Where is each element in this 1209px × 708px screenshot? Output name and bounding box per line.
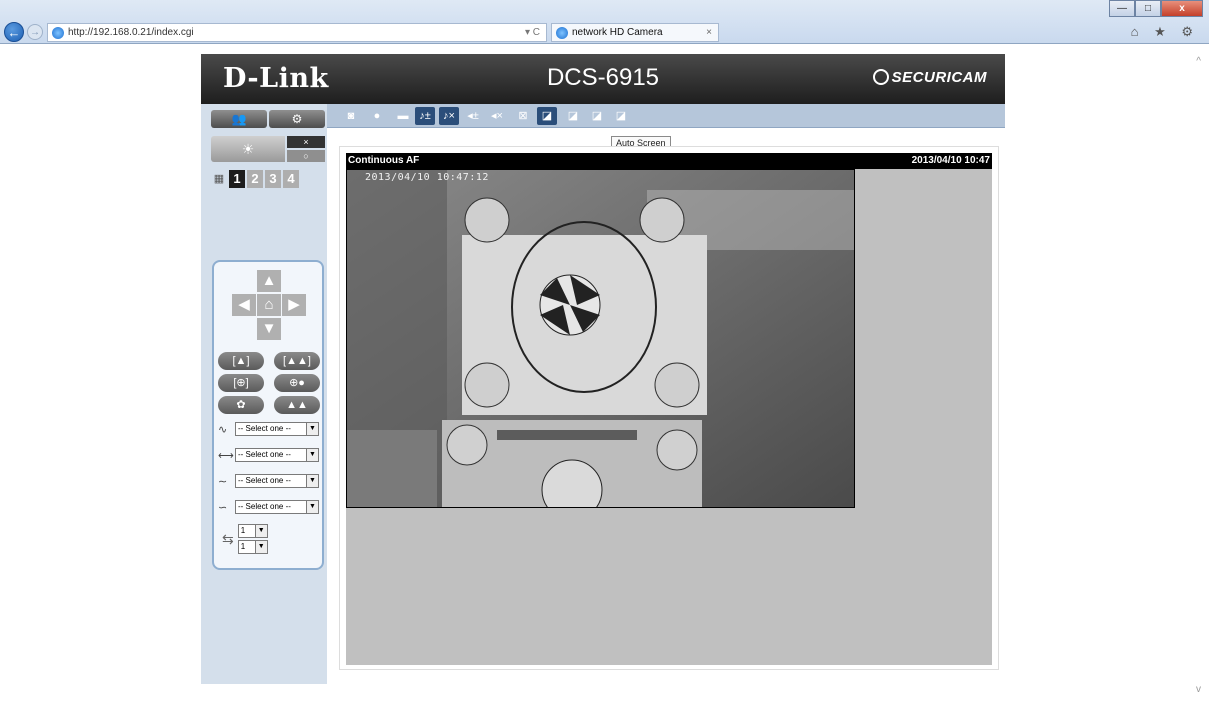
close-button[interactable]: x (1161, 0, 1203, 17)
ie-logo-icon (556, 27, 568, 39)
pan-right-button[interactable]: ▶ (282, 294, 306, 316)
record-icon[interactable]: ● (367, 107, 387, 125)
screen-50-icon[interactable]: ◪ (587, 107, 607, 125)
preset-3-button[interactable]: 3 (265, 170, 281, 188)
tab-close-icon[interactable]: × (706, 24, 712, 41)
tab-title: network HD Camera (572, 27, 663, 38)
minimize-button[interactable]: — (1109, 0, 1135, 17)
zoom-in-button[interactable]: [▲] (218, 352, 264, 370)
auto-screen-icon[interactable]: ◪ (537, 107, 557, 125)
preset-select[interactable]: -- Select one -- ▼ (235, 422, 319, 436)
focus-far-button[interactable]: ▲▲ (274, 396, 320, 414)
pan-path-icon: ⟷ (218, 449, 234, 462)
pan-select[interactable]: -- Select one -- ▼ (235, 448, 319, 462)
camera-feed[interactable]: 2013/04/10 10:47:12 (346, 169, 855, 508)
address-bar[interactable]: http://192.168.0.21/index.cgi ▾ C (47, 23, 547, 42)
video-area: Continuous AF 2013/04/10 10:47 2013/04/1… (346, 153, 992, 665)
focus-range-row: ✿ ▲▲ (218, 396, 320, 414)
ie-logo-icon (52, 27, 64, 39)
chevron-down-icon: ▼ (306, 449, 318, 461)
viewer-toolbar: ◙ ● ▬ ♪± ♪× ◂± ◂× ⊠ ◪ ◪ ◪ ◪ (327, 104, 1005, 128)
back-arrow-icon[interactable]: ← (4, 22, 24, 42)
forward-arrow-icon[interactable]: → (27, 24, 43, 40)
patrol-select[interactable]: -- Select one -- ▼ (235, 474, 319, 488)
alarm-on-button[interactable]: × (287, 136, 325, 148)
settings-button[interactable]: ⚙ (269, 110, 325, 128)
fullscreen-icon[interactable]: ⊠ (513, 107, 533, 125)
speaker-volume-icon[interactable]: ◂± (463, 107, 483, 125)
scroll-up-icon[interactable]: ^ (1196, 56, 1201, 67)
video-status-bar: Continuous AF 2013/04/10 10:47 (346, 153, 992, 169)
swing-select[interactable]: -- Select one -- ▼ (235, 500, 319, 514)
url-text: http://192.168.0.21/index.cgi (68, 27, 194, 38)
refresh-icon[interactable]: ▾ C (525, 24, 540, 41)
patrol-path-icon: ∼ (218, 475, 228, 488)
pan-speed-select[interactable]: 1 ▼ (237, 524, 268, 538)
focus-mode-label: Continuous AF (348, 155, 420, 166)
zoom-out-button[interactable]: [▲▲] (274, 352, 320, 370)
chevron-down-icon: ▼ (254, 541, 267, 553)
users-button[interactable]: 👥 (211, 110, 267, 128)
chevron-down-icon: ▼ (306, 501, 318, 513)
auto-focus-button[interactable]: ⊕● (274, 374, 320, 392)
swing-select-row: ∽ -- Select one -- ▼ (218, 500, 319, 514)
test-chart-image (347, 170, 854, 507)
alarm-control: ☀ × ○ (211, 136, 325, 162)
browser-chrome: ← → http://192.168.0.21/index.cgi ▾ C ne… (0, 0, 1209, 44)
zoom-row: [▲] [▲▲] (218, 352, 320, 370)
preset-2-button[interactable]: 2 (247, 170, 263, 188)
mic-mute-icon[interactable]: ♪× (439, 107, 459, 125)
alarm-off-button[interactable]: ○ (287, 150, 325, 162)
preset-icon: ▦ (213, 173, 225, 185)
lock-icon (872, 69, 889, 85)
page-header: D-Link DCS-6915 SECURICAM (201, 54, 1005, 104)
speed-icon: ⇆ (222, 530, 234, 547)
focus-center-button[interactable]: [⊕] (218, 374, 264, 392)
scroll-down-icon[interactable]: v (1196, 684, 1201, 695)
maximize-button[interactable]: □ (1135, 0, 1161, 17)
chevron-down-icon: ▼ (254, 525, 267, 537)
chevron-down-icon: ▼ (306, 475, 318, 487)
home-button[interactable]: ⌂ (257, 294, 281, 316)
swing-path-icon: ∽ (218, 501, 228, 514)
pan-left-button[interactable]: ◀ (232, 294, 256, 316)
securicam-logo: SECURICAM (872, 69, 987, 86)
pan-up-button[interactable]: ▲ (257, 270, 281, 292)
mic-volume-icon[interactable]: ♪± (415, 107, 435, 125)
pan-select-row: ⟷ -- Select one -- ▼ (218, 448, 319, 462)
video-viewer: Continuous AF 2013/04/10 10:47 2013/04/1… (339, 146, 999, 670)
tilt-speed-select[interactable]: 1 ▼ (237, 540, 268, 554)
osd-timestamp: 2013/04/10 10:47:12 (365, 172, 489, 183)
ptz-dpad: ▲ ◀ ⌂ ▶ ▼ (214, 270, 326, 342)
screen-100-icon[interactable]: ◪ (563, 107, 583, 125)
browser-toolbar-icons[interactable]: ⌂ ★ ⚙ (1131, 24, 1199, 40)
preset-path-icon: ∿ (218, 423, 228, 436)
sidebar: 👥 ⚙ ☀ × ○ ▦ 1 2 3 4 ▲ ◀ ⌂ ▶ ▼ [▲] [▲▲] [… (201, 104, 327, 684)
speaker-mute-icon[interactable]: ◂× (487, 107, 507, 125)
browser-tab[interactable]: network HD Camera × (551, 23, 719, 42)
ptz-panel: ▲ ◀ ⌂ ▶ ▼ [▲] [▲▲] [⊕] ⊕● ✿ ▲▲ ∿ -- Sele… (212, 260, 324, 570)
patrol-select-row: ∼ -- Select one -- ▼ (218, 474, 319, 488)
datetime-label: 2013/04/10 10:47 (911, 155, 990, 166)
focus-row: [⊕] ⊕● (218, 374, 320, 392)
preset-selector: ▦ 1 2 3 4 (211, 170, 299, 188)
folder-icon[interactable]: ▬ (393, 107, 413, 125)
camera-page: D-Link DCS-6915 SECURICAM 👥 ⚙ ☀ × ○ ▦ 1 … (201, 54, 1005, 684)
chevron-down-icon: ▼ (306, 423, 318, 435)
pan-down-button[interactable]: ▼ (257, 318, 281, 340)
window-controls: — □ x (1109, 0, 1203, 17)
preset-1-button[interactable]: 1 (229, 170, 245, 188)
preset-4-button[interactable]: 4 (283, 170, 299, 188)
focus-near-button[interactable]: ✿ (218, 396, 264, 414)
screen-25-icon[interactable]: ◪ (611, 107, 631, 125)
light-icon[interactable]: ☀ (211, 136, 285, 162)
preset-select-row: ∿ -- Select one -- ▼ (218, 422, 319, 436)
snapshot-icon[interactable]: ◙ (341, 107, 361, 125)
sidebar-top-buttons: 👥 ⚙ (211, 110, 325, 128)
speed-controls: ⇆ 1 ▼ 1 ▼ (222, 522, 268, 556)
